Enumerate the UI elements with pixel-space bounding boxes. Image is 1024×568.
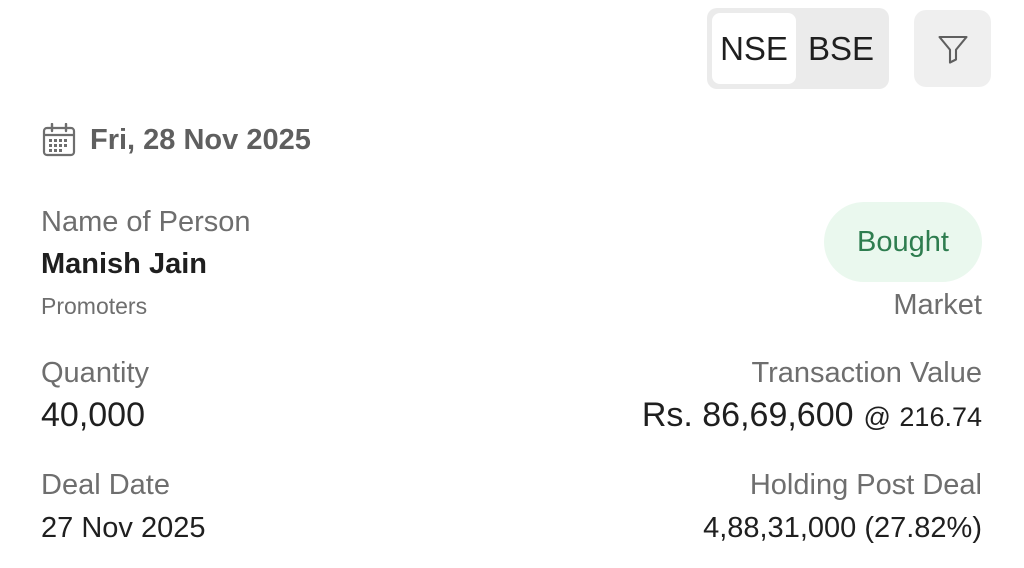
quantity-value: 40,000 bbox=[41, 396, 145, 434]
holding-post-deal-label: Holding Post Deal bbox=[749, 469, 982, 501]
holding-post-deal-value: 4,88,31,000 (27.82%) bbox=[703, 512, 982, 544]
exchange-option-nse[interactable]: NSE bbox=[712, 13, 796, 84]
quantity-label: Quantity bbox=[41, 357, 149, 389]
transaction-value-label: Transaction Value bbox=[751, 357, 982, 389]
price-at-symbol: @ bbox=[863, 402, 891, 432]
deal-report-date: Fri, 28 Nov 2025 bbox=[90, 123, 311, 156]
deal-price: 216.74 bbox=[899, 402, 982, 432]
filter-button[interactable] bbox=[914, 10, 991, 87]
exchange-option-bse[interactable]: BSE bbox=[799, 13, 883, 84]
deal-action-badge: Bought bbox=[824, 202, 982, 282]
date-header: Fri, 28 Nov 2025 bbox=[42, 118, 311, 162]
person-category: Promoters bbox=[41, 293, 148, 319]
transaction-value: Rs. 86,69,600 bbox=[641, 396, 854, 434]
filter-funnel-icon bbox=[937, 35, 968, 64]
person-label: Name of Person bbox=[41, 206, 251, 238]
deal-mode: Market bbox=[893, 289, 982, 321]
deal-card: NSE BSE Fri, 28 Nov 2025 Name of Person … bbox=[0, 0, 1024, 568]
deal-date-value: 27 Nov 2025 bbox=[41, 512, 206, 544]
calendar-icon bbox=[42, 123, 76, 157]
exchange-toggle: NSE BSE bbox=[707, 8, 889, 89]
person-name: Manish Jain bbox=[41, 248, 207, 280]
transaction-value-row: Rs. 86,69,600 @ 216.74 bbox=[642, 396, 982, 435]
deal-date-label: Deal Date bbox=[41, 469, 170, 501]
